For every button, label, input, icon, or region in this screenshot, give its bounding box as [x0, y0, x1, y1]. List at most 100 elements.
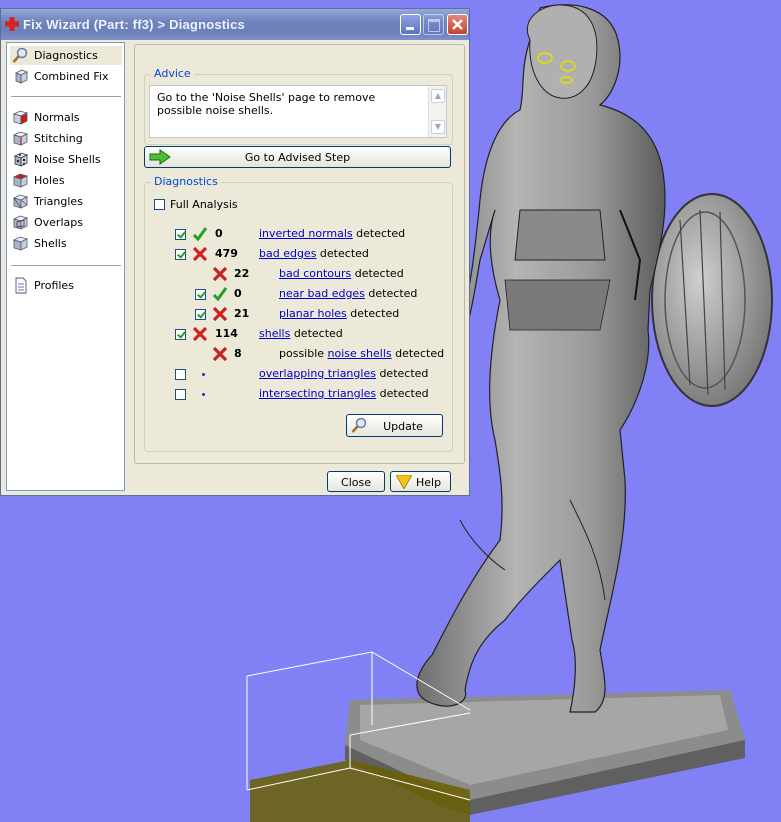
- shells-count: 114: [215, 327, 238, 340]
- combined-fix-icon: [15, 69, 28, 84]
- close-window-button[interactable]: [447, 14, 468, 35]
- advice-group: Advice Go to the 'Noise Shells' page to …: [144, 67, 453, 145]
- shells-link[interactable]: shells: [259, 327, 290, 340]
- nav-item-triangles[interactable]: Triangles: [10, 192, 122, 211]
- detected-label: detected: [391, 347, 445, 360]
- diag-row-bad-edges: 479 bad edges detected: [175, 246, 445, 262]
- advised-step-label: Go to Advised Step: [244, 151, 351, 164]
- help-button[interactable]: Help: [390, 471, 451, 492]
- overlaps-icon: [12, 215, 29, 230]
- red-x-icon: [192, 326, 208, 342]
- diag-row-near-bad-edges: 0 near bad edges detected: [195, 286, 445, 302]
- title-bar[interactable]: Fix Wizard (Part: ff3) > Diagnostics: [1, 9, 469, 40]
- detected-label: detected: [316, 247, 369, 260]
- full-analysis-label: Full Analysis: [170, 198, 238, 211]
- go-to-advised-step-button[interactable]: Go to Advised Step: [144, 146, 451, 168]
- detected-label: detected: [364, 287, 418, 300]
- nav-item-overlaps[interactable]: Overlaps: [10, 213, 122, 232]
- red-x-icon: [212, 266, 228, 282]
- scroll-down-icon[interactable]: ▼: [431, 120, 445, 134]
- magnifier-icon: [351, 417, 367, 433]
- planar-holes-count: 21: [234, 307, 250, 320]
- planar-holes-link[interactable]: planar holes: [279, 307, 347, 320]
- bad-edges-checkbox[interactable]: [175, 249, 186, 260]
- update-label: Update: [383, 420, 423, 433]
- diag-row-shells: 114 shells detected: [175, 326, 445, 342]
- fix-wizard-window: Fix Wizard (Part: ff3) > Diagnostics Dia…: [0, 8, 470, 496]
- minimize-button[interactable]: [400, 14, 421, 35]
- overlapping-triangles-link[interactable]: overlapping triangles: [259, 367, 376, 380]
- nav-item-holes[interactable]: Holes: [10, 171, 122, 190]
- diag-row-planar-holes: 21 planar holes detected: [195, 306, 445, 322]
- nav-item-profiles[interactable]: Profiles: [10, 276, 122, 295]
- detected-label: detected: [375, 367, 429, 380]
- noise-shells-link[interactable]: noise shells: [328, 347, 392, 360]
- red-x-icon: [192, 246, 208, 262]
- detected-label: detected: [352, 227, 406, 240]
- maximize-button[interactable]: [423, 14, 444, 35]
- scroll-up-icon[interactable]: ▲: [431, 89, 445, 103]
- diagnostics-group-title: Diagnostics: [151, 175, 221, 188]
- inverted-normals-link[interactable]: inverted normals: [259, 227, 353, 240]
- nav-divider: [11, 265, 121, 266]
- detected-label: detected: [346, 307, 400, 320]
- possible-label: possible: [279, 347, 328, 360]
- nav-item-stitching[interactable]: Stitching: [10, 129, 122, 148]
- nav-item-normals[interactable]: Normals: [10, 108, 122, 127]
- diagnostics-page: Advice Go to the 'Noise Shells' page to …: [134, 44, 465, 464]
- detected-label: detected: [290, 327, 343, 340]
- close-button[interactable]: Close: [327, 471, 385, 492]
- advice-scrollbar[interactable]: ▲ ▼: [428, 86, 446, 137]
- bad-edges-count: 479: [215, 247, 238, 260]
- advice-textbox[interactable]: Go to the 'Noise Shells' page to remove …: [149, 85, 447, 138]
- intersecting-triangles-link[interactable]: intersecting triangles: [259, 387, 376, 400]
- holes-icon: [12, 173, 29, 188]
- bad-contours-count: 22: [234, 267, 250, 280]
- red-x-icon: [212, 346, 228, 362]
- nav-item-noise-shells[interactable]: Noise Shells: [10, 150, 122, 169]
- window-title: Fix Wizard (Part: ff3) > Diagnostics: [23, 17, 245, 32]
- nav-item-combined-fix[interactable]: Combined Fix: [10, 67, 122, 86]
- red-x-icon: [212, 306, 228, 322]
- diag-row-bad-contours: 22 bad contours detected: [195, 266, 445, 282]
- near-bad-edges-checkbox[interactable]: [195, 289, 206, 300]
- near-bad-edges-count: 0: [234, 287, 242, 300]
- bad-contours-link[interactable]: bad contours: [279, 267, 351, 280]
- maximize-icon: [428, 19, 440, 32]
- help-icon: [396, 475, 412, 489]
- shells-checkbox[interactable]: [175, 329, 186, 340]
- full-analysis-checkbox[interactable]: [154, 199, 165, 210]
- minimize-icon: [406, 27, 414, 30]
- bullet-icon: [202, 373, 205, 376]
- diag-row-intersecting-triangles: intersecting triangles detected: [175, 386, 445, 402]
- nav-item-shells[interactable]: Shells: [10, 234, 122, 253]
- diag-row-overlapping-triangles: overlapping triangles detected: [175, 366, 445, 382]
- close-label: Close: [341, 476, 371, 489]
- inverted-normals-checkbox[interactable]: [175, 229, 186, 240]
- shield-model: [651, 193, 773, 407]
- green-check-icon: [212, 287, 228, 302]
- advice-group-title: Advice: [151, 67, 194, 80]
- planar-holes-checkbox[interactable]: [195, 309, 206, 320]
- near-bad-edges-link[interactable]: near bad edges: [279, 287, 365, 300]
- normals-icon: [12, 110, 29, 125]
- diag-row-inverted-normals: 0 inverted normals detected: [175, 226, 445, 242]
- noise-shells-icon: [13, 152, 29, 167]
- diagnostics-group: Diagnostics Full Analysis 0 inverted nor…: [144, 175, 453, 452]
- bad-edges-link[interactable]: bad edges: [259, 247, 316, 260]
- nav-divider: [11, 96, 121, 97]
- bullet-icon: [202, 393, 205, 396]
- intersecting-triangles-checkbox[interactable]: [175, 389, 186, 400]
- detected-label: detected: [376, 387, 429, 400]
- update-button[interactable]: Update: [346, 414, 443, 437]
- detected-label: detected: [351, 267, 404, 280]
- nav-item-diagnostics[interactable]: Diagnostics: [10, 46, 122, 65]
- noise-shells-count: 8: [234, 347, 242, 360]
- stitching-icon: [12, 131, 29, 146]
- red-cross-icon: [5, 17, 19, 31]
- shells-icon: [12, 236, 29, 251]
- magnifier-icon: [12, 47, 28, 63]
- overlapping-triangles-checkbox[interactable]: [175, 369, 186, 380]
- help-label: Help: [416, 476, 442, 489]
- inverted-normals-count: 0: [215, 227, 223, 240]
